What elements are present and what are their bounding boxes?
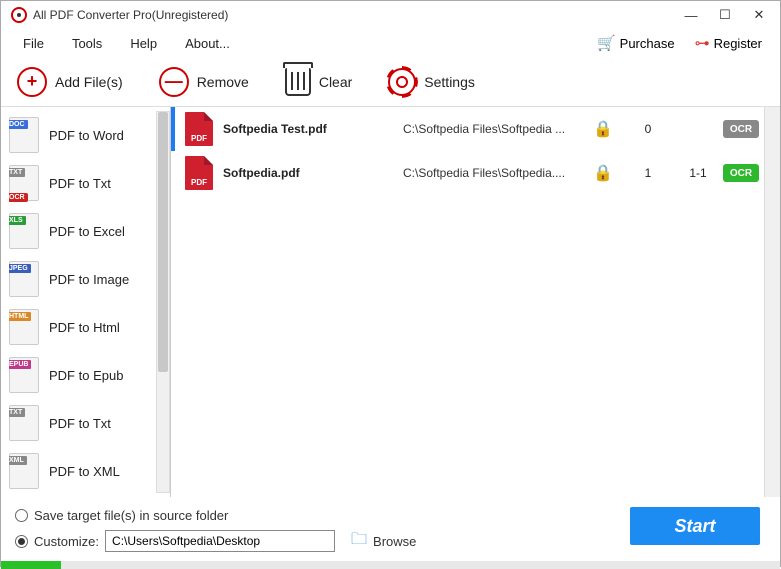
format-tag: TXT [9, 168, 25, 177]
radio-customize[interactable] [15, 535, 28, 548]
trash-icon [285, 68, 311, 96]
format-icon: XML [9, 453, 39, 489]
menu-about[interactable]: About... [171, 32, 244, 55]
output-path-input[interactable] [105, 530, 335, 552]
filelist-scrollbar[interactable] [764, 107, 780, 497]
selection-indicator [171, 151, 175, 195]
ocr-badge-icon: OCR [9, 193, 28, 202]
add-files-label: Add File(s) [55, 74, 123, 90]
clear-button[interactable]: Clear [279, 64, 358, 100]
ocr-chip[interactable]: OCR [723, 164, 759, 182]
file-path: C:\Softpedia Files\Softpedia ... [403, 122, 583, 136]
sidebar-item-label: PDF to Word [49, 128, 124, 143]
sidebar-item-5[interactable]: EPUB PDF to Epub [9, 351, 166, 399]
remove-button[interactable]: ― Remove [153, 63, 255, 101]
sidebar: DOC PDF to Word TXT OCR PDF to Txt XLS P… [1, 107, 171, 497]
format-icon: TXT [9, 405, 39, 441]
sidebar-item-3[interactable]: JPEG PDF to Image [9, 255, 166, 303]
sidebar-item-2[interactable]: XLS PDF to Excel [9, 207, 166, 255]
format-icon: DOC [9, 117, 39, 153]
sidebar-item-label: PDF to Txt [49, 416, 111, 431]
format-icon: HTML [9, 309, 39, 345]
format-tag: TXT [9, 408, 25, 417]
sidebar-scrollbar[interactable] [156, 111, 170, 493]
file-range: 1-1 [673, 166, 723, 180]
maximize-button[interactable]: ☐ [708, 3, 742, 27]
file-path: C:\Softpedia Files\Softpedia.... [403, 166, 583, 180]
bottom-panel: Save target file(s) in source folder Cus… [1, 497, 780, 561]
save-source-label: Save target file(s) in source folder [34, 508, 228, 523]
file-row[interactable]: PDF Softpedia.pdf C:\Softpedia Files\Sof… [171, 151, 780, 195]
sidebar-item-4[interactable]: HTML PDF to Html [9, 303, 166, 351]
format-icon: EPUB [9, 357, 39, 393]
file-name: Softpedia Test.pdf [223, 122, 403, 136]
register-label: Register [714, 36, 762, 51]
format-tag: XLS [9, 216, 26, 225]
browse-button[interactable]: 🗀 Browse [351, 528, 416, 555]
sidebar-scroll-thumb[interactable] [158, 112, 168, 372]
menu-help[interactable]: Help [116, 32, 171, 55]
radio-save-source[interactable] [15, 509, 28, 522]
window-title: All PDF Converter Pro(Unregistered) [33, 8, 674, 22]
toolbar: + Add File(s) ― Remove Clear Settings [1, 57, 780, 107]
file-name: Softpedia.pdf [223, 166, 403, 180]
remove-label: Remove [197, 74, 249, 90]
minus-icon: ― [159, 67, 189, 97]
format-tag: DOC [9, 120, 28, 129]
key-icon: ⊶ [695, 34, 710, 52]
register-link[interactable]: ⊶ Register [685, 30, 772, 56]
file-count: 1 [623, 166, 673, 180]
ocr-chip[interactable]: OCR [723, 120, 759, 138]
menu-tools[interactable]: Tools [58, 32, 116, 55]
purchase-link[interactable]: 🛒 Purchase [587, 30, 685, 56]
progress-bar [1, 561, 780, 569]
browse-label: Browse [373, 534, 416, 549]
format-tag: XML [9, 456, 27, 465]
sidebar-item-label: PDF to Html [49, 320, 120, 335]
menu-file[interactable]: File [9, 32, 58, 55]
sidebar-item-label: PDF to XML [49, 464, 120, 479]
progress-fill [1, 561, 61, 569]
selection-indicator [171, 107, 175, 151]
format-tag: HTML [9, 312, 31, 321]
sidebar-item-label: PDF to Excel [49, 224, 125, 239]
folder-icon: 🗀 [351, 528, 367, 555]
customize-label: Customize: [34, 534, 99, 549]
plus-icon: + [17, 67, 47, 97]
format-icon: JPEG [9, 261, 39, 297]
sidebar-item-0[interactable]: DOC PDF to Word [9, 111, 166, 159]
pdf-icon: PDF [185, 156, 213, 190]
titlebar: All PDF Converter Pro(Unregistered) ― ☐ … [1, 1, 780, 29]
lock-icon: 🔒 [583, 163, 623, 183]
start-button[interactable]: Start [630, 507, 760, 545]
menubar: File Tools Help About... 🛒 Purchase ⊶ Re… [1, 29, 780, 57]
format-tag: JPEG [9, 264, 31, 273]
sidebar-item-7[interactable]: XML PDF to XML [9, 447, 166, 493]
sidebar-item-6[interactable]: TXT PDF to Txt [9, 399, 166, 447]
purchase-label: Purchase [620, 36, 675, 51]
clear-label: Clear [319, 74, 352, 90]
lock-icon: 🔒 [583, 119, 623, 139]
app-icon [11, 7, 27, 23]
format-icon: TXT OCR [9, 165, 39, 201]
file-list: PDF Softpedia Test.pdf C:\Softpedia File… [171, 107, 780, 497]
format-tag: EPUB [9, 360, 31, 369]
pdf-icon: PDF [185, 112, 213, 146]
sidebar-item-label: PDF to Txt [49, 176, 111, 191]
format-icon: XLS [9, 213, 39, 249]
cart-icon: 🛒 [597, 34, 616, 52]
close-button[interactable]: ✕ [742, 3, 776, 27]
settings-label: Settings [424, 74, 475, 90]
gear-icon [388, 68, 416, 96]
add-files-button[interactable]: + Add File(s) [11, 63, 129, 101]
file-count: 0 [623, 122, 673, 136]
file-row[interactable]: PDF Softpedia Test.pdf C:\Softpedia File… [171, 107, 780, 151]
minimize-button[interactable]: ― [674, 3, 708, 27]
settings-button[interactable]: Settings [382, 64, 481, 100]
sidebar-item-label: PDF to Epub [49, 368, 123, 383]
sidebar-item-label: PDF to Image [49, 272, 129, 287]
sidebar-item-1[interactable]: TXT OCR PDF to Txt [9, 159, 166, 207]
